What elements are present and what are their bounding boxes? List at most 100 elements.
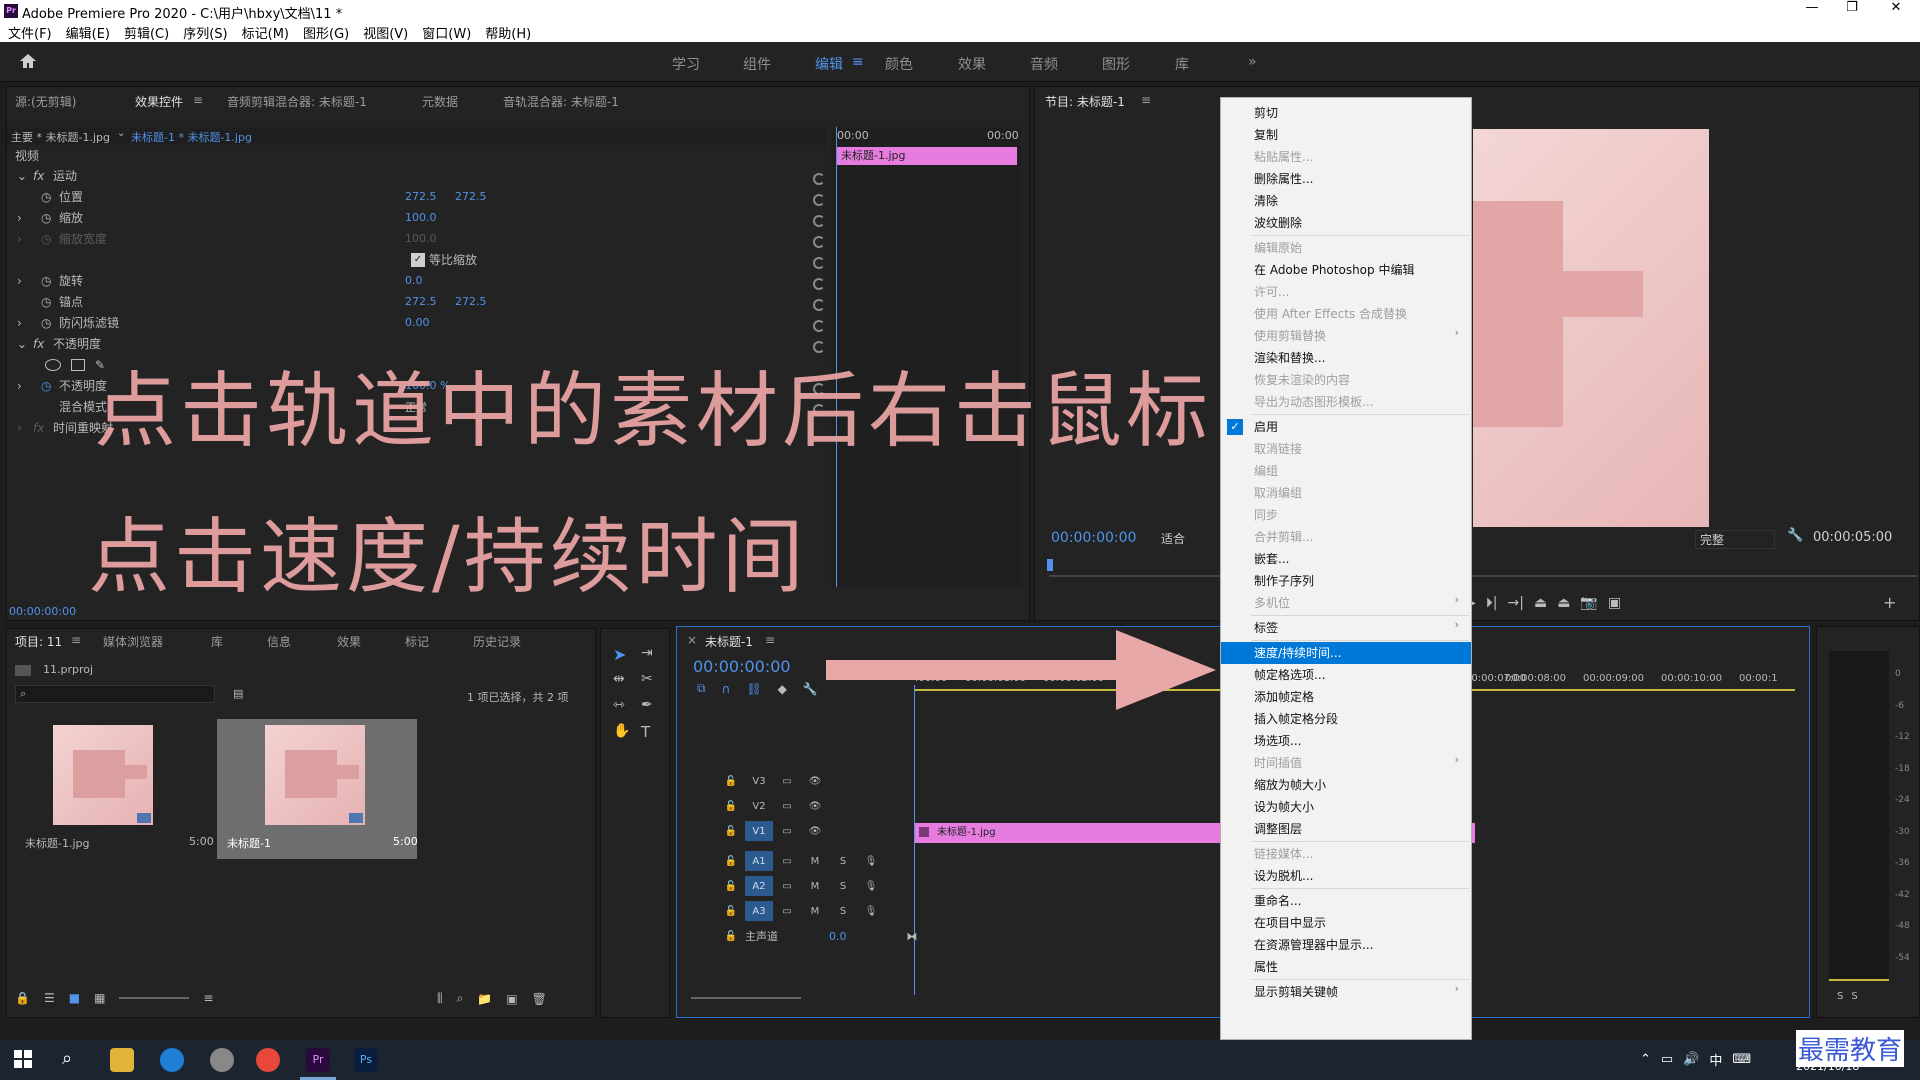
- context-menu-item[interactable]: 场选项...: [1221, 730, 1471, 752]
- solo-button[interactable]: S: [829, 876, 857, 896]
- context-menu-item[interactable]: 制作子序列: [1221, 570, 1471, 592]
- slip-tool-icon[interactable]: ⇿: [613, 697, 625, 713]
- tab-libraries[interactable]: 库: [211, 633, 223, 650]
- reset-icon[interactable]: [813, 173, 825, 185]
- project-search-input[interactable]: ⌕: [15, 685, 215, 703]
- lift-icon[interactable]: ⏏: [1534, 595, 1547, 611]
- context-menu-item[interactable]: 设为脱机...: [1221, 865, 1471, 887]
- master-end-icon[interactable]: ⧓: [907, 930, 918, 943]
- workspace-libraries[interactable]: 库: [1175, 54, 1189, 74]
- stopwatch-icon[interactable]: ◷: [41, 211, 59, 225]
- edge-icon[interactable]: [160, 1048, 184, 1072]
- close-tab-icon[interactable]: ×: [687, 633, 697, 647]
- menu-file[interactable]: 文件(F): [8, 23, 52, 42]
- reset-icon[interactable]: [813, 320, 825, 332]
- more-workspaces-icon[interactable]: »: [1248, 54, 1257, 70]
- project-item[interactable]: 未标题-1.jpg 5:00: [13, 719, 214, 859]
- context-menu-item[interactable]: 标签: [1221, 617, 1471, 639]
- ec-clip-bar[interactable]: 未标题-1.jpg: [837, 147, 1017, 165]
- menu-sequence[interactable]: 序列(S): [183, 23, 227, 42]
- tab-effect-controls[interactable]: 效果控件: [135, 93, 183, 110]
- program-scrubber[interactable]: [1049, 575, 1917, 577]
- menu-edit[interactable]: 编辑(E): [66, 23, 110, 42]
- workspace-editing[interactable]: 编辑: [815, 54, 843, 74]
- sync-lock-icon[interactable]: ▭: [773, 821, 801, 841]
- nest-toggle-icon[interactable]: ⧉: [697, 681, 706, 696]
- minimize-button[interactable]: —: [1796, 0, 1828, 15]
- menu-clip[interactable]: 剪辑(C): [124, 23, 169, 42]
- context-menu-item[interactable]: 剪切: [1221, 102, 1471, 124]
- menu-marker[interactable]: 标记(M): [242, 23, 289, 42]
- panel-menu-icon[interactable]: ≡: [193, 93, 203, 107]
- stopwatch-icon[interactable]: ◷: [41, 316, 59, 330]
- workspace-audio[interactable]: 音频: [1030, 54, 1058, 74]
- lock-icon[interactable]: 🔓: [717, 901, 745, 921]
- rectangle-mask-icon[interactable]: [71, 358, 85, 371]
- zoom-slider[interactable]: [119, 997, 190, 999]
- track-label[interactable]: A2: [745, 876, 773, 896]
- context-menu-item[interactable]: 删除属性...: [1221, 168, 1471, 190]
- home-icon[interactable]: [18, 52, 38, 70]
- pen-tool-icon[interactable]: ✒: [641, 697, 653, 713]
- trash-icon[interactable]: 🗑: [532, 992, 547, 1006]
- extract-icon[interactable]: ⏏: [1557, 595, 1570, 611]
- solo-left-button[interactable]: S: [1837, 991, 1843, 1002]
- freeform-view-icon[interactable]: ▦: [94, 991, 105, 1005]
- solo-button[interactable]: S: [829, 901, 857, 921]
- playhead-icon[interactable]: [1047, 559, 1053, 571]
- reset-icon[interactable]: [813, 215, 825, 227]
- context-menu-item[interactable]: 帧定格选项...: [1221, 664, 1471, 686]
- chevron-down-icon[interactable]: ⌄: [17, 169, 33, 183]
- sync-lock-icon[interactable]: ▭: [773, 771, 801, 791]
- workspace-assembly[interactable]: 组件: [743, 54, 771, 74]
- icon-view-icon[interactable]: ■: [69, 991, 80, 1005]
- solo-button[interactable]: S: [829, 851, 857, 871]
- timeline-timecode[interactable]: 00:00:00:00: [693, 657, 791, 676]
- wrench-icon[interactable]: 🔧: [1787, 528, 1803, 543]
- stopwatch-icon[interactable]: ◷: [41, 274, 59, 288]
- context-menu-item[interactable]: 插入帧定格分段: [1221, 708, 1471, 730]
- reset-icon[interactable]: [813, 257, 825, 269]
- chevron-right-icon[interactable]: ›: [17, 379, 41, 393]
- chevron-down-icon[interactable]: ⌄: [17, 337, 33, 351]
- selection-tool-icon[interactable]: ➤: [613, 645, 626, 664]
- mic-icon[interactable]: 🎙: [857, 851, 885, 871]
- solo-right-button[interactable]: S: [1851, 991, 1857, 1002]
- track-label[interactable]: A1: [745, 851, 773, 871]
- mute-button[interactable]: M: [801, 851, 829, 871]
- ellipse-mask-icon[interactable]: [45, 358, 61, 371]
- go-to-out-icon[interactable]: →|: [1508, 595, 1524, 611]
- volume-icon[interactable]: 🔊: [1683, 1052, 1699, 1067]
- program-timecode[interactable]: 00:00:00:00: [1051, 530, 1136, 546]
- context-menu-item[interactable]: 在资源管理器中显示...: [1221, 934, 1471, 956]
- list-view-icon[interactable]: ☰: [44, 991, 55, 1005]
- position-y-value[interactable]: 272.5: [455, 190, 487, 203]
- quality-select[interactable]: 完整: [1695, 530, 1775, 549]
- context-menu-item[interactable]: 清除: [1221, 190, 1471, 212]
- mic-icon[interactable]: 🎙: [857, 876, 885, 896]
- context-menu-item[interactable]: 速度/持续时间...: [1221, 642, 1471, 664]
- track-select-tool-icon[interactable]: ⇥: [641, 645, 653, 661]
- position-x-value[interactable]: 272.5: [405, 190, 455, 203]
- workspace-learn[interactable]: 学习: [672, 54, 700, 74]
- timeline-settings-icon[interactable]: 🔧: [803, 682, 818, 696]
- new-bin-icon[interactable]: ▤: [233, 687, 243, 700]
- comparison-icon[interactable]: ▣: [1608, 595, 1621, 611]
- photoshop-icon[interactable]: Ps: [354, 1048, 378, 1072]
- panel-menu-icon[interactable]: ≡: [71, 633, 81, 647]
- lock-icon[interactable]: 🔓: [717, 821, 745, 841]
- stopwatch-icon[interactable]: ◷: [41, 295, 59, 309]
- context-menu-item[interactable]: 缩放为帧大小: [1221, 774, 1471, 796]
- reset-icon[interactable]: [813, 236, 825, 248]
- chevron-down-icon[interactable]: ⌄: [117, 128, 125, 139]
- fx-icon[interactable]: fx: [33, 337, 53, 351]
- scale-value[interactable]: 100.0: [405, 211, 437, 224]
- project-item-selected[interactable]: 未标题-1 5:00: [217, 719, 418, 859]
- ime-indicator[interactable]: 中: [1709, 1050, 1722, 1069]
- context-menu-item[interactable]: 启用: [1221, 416, 1471, 438]
- context-menu-item[interactable]: 在项目中显示: [1221, 912, 1471, 934]
- automate-icon[interactable]: ⫼: [437, 991, 443, 1006]
- mic-icon[interactable]: 🎙: [857, 901, 885, 921]
- app-icon[interactable]: [210, 1048, 234, 1072]
- menu-graphics[interactable]: 图形(G): [303, 23, 349, 42]
